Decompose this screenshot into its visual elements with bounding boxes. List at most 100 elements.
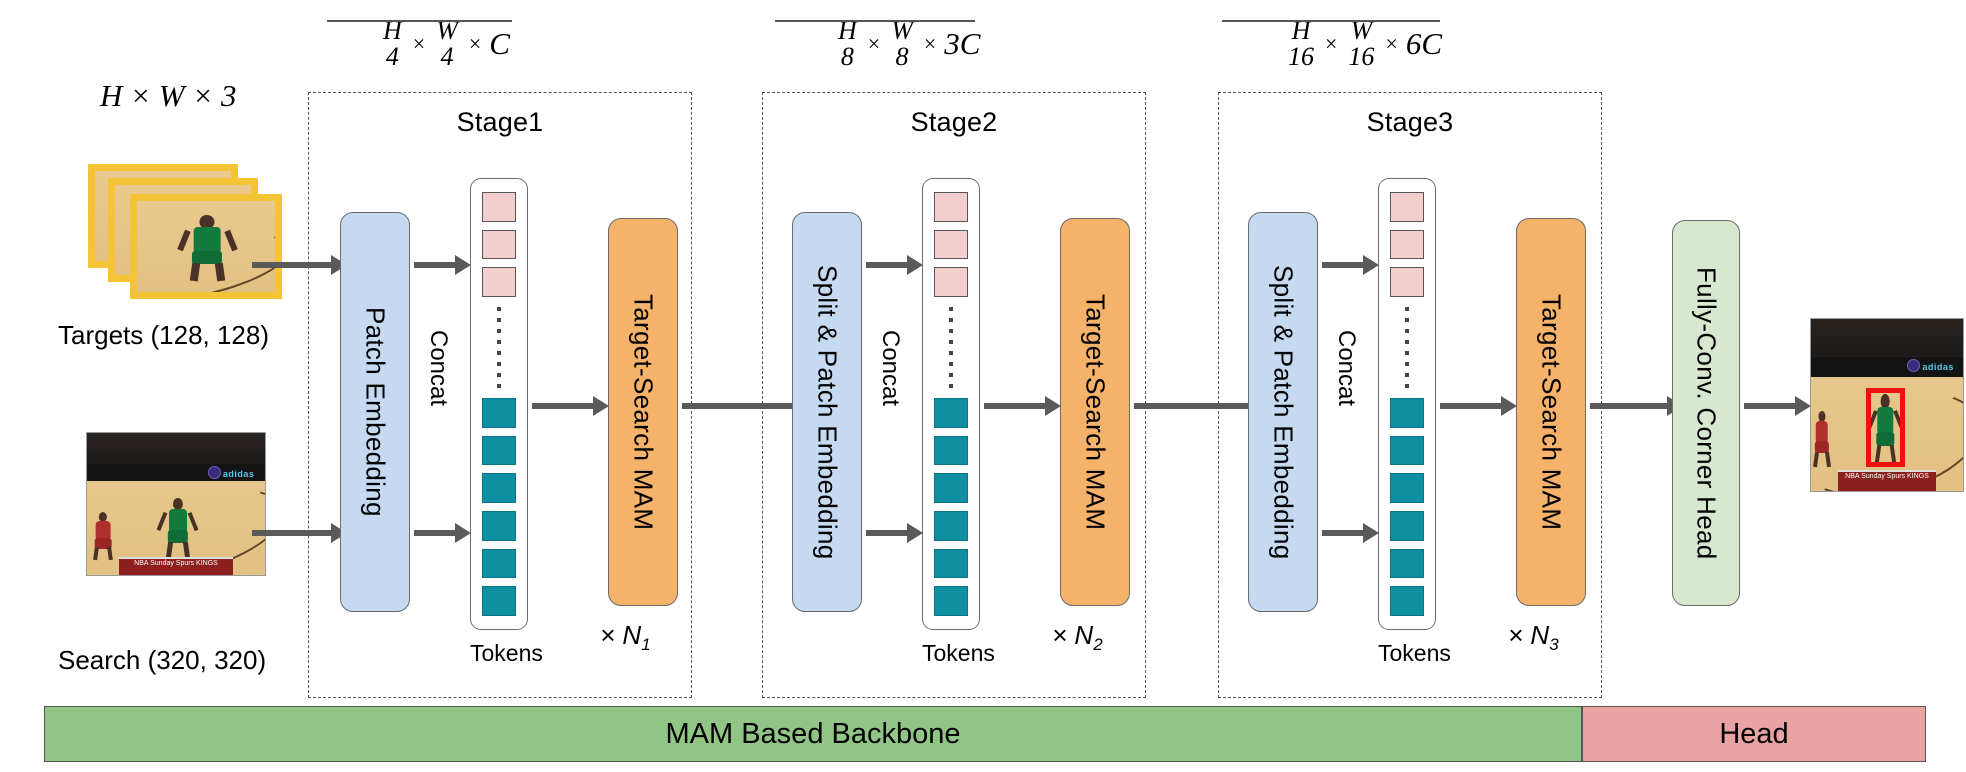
player-leg-left <box>165 541 173 559</box>
arrow-stage3-to-head <box>1590 396 1683 416</box>
dot <box>497 318 501 323</box>
token-search <box>482 548 516 579</box>
token-search <box>934 435 968 466</box>
dot <box>949 318 953 323</box>
arrow-stage3-embed-to-tokens-bottom <box>1322 523 1379 543</box>
head-bar-label: Head <box>1719 717 1789 750</box>
stage1-token-column <box>470 178 528 630</box>
opponent-figure <box>87 510 119 561</box>
stage2-title: Stage2 <box>910 107 998 137</box>
stage1-h-den: 4 <box>385 42 399 71</box>
head-bar: Head <box>1582 706 1926 762</box>
times-symbol: × <box>412 31 426 56</box>
stage2-split-patch-embedding-label: Split & Patch Embedding <box>812 264 843 560</box>
player-figure <box>156 495 200 559</box>
player-leg-left <box>1812 451 1819 468</box>
token-ellipsis <box>497 301 501 394</box>
stage3-mam-block[interactable]: Target-Search MAM <box>1516 218 1586 606</box>
token-target <box>934 267 968 298</box>
token-target <box>1390 192 1424 222</box>
dot <box>497 362 501 367</box>
stage1-mam-label: Target-Search MAM <box>628 293 659 531</box>
predicted-bounding-box <box>1865 387 1906 467</box>
token-search <box>934 398 968 428</box>
stage1-patch-embedding-label: Patch Embedding <box>360 307 391 517</box>
times-symbol: × <box>867 31 881 56</box>
dot <box>949 373 953 378</box>
player-arm-left <box>177 229 191 252</box>
stage2-tokens-label: Tokens <box>922 640 995 666</box>
player-figure <box>177 212 238 282</box>
player-leg-right <box>182 541 190 559</box>
search-caption: Search (320, 320) <box>58 645 267 675</box>
token-target <box>1390 267 1424 298</box>
dot <box>1405 318 1409 323</box>
dot <box>497 329 501 334</box>
times-symbol: × <box>923 31 937 56</box>
token-search <box>934 548 968 579</box>
stage3-mam-label: Target-Search MAM <box>1536 293 1567 531</box>
stage1-w-den: 4 <box>440 42 454 71</box>
scoreboard-text: NBA Sunday Spurs KINGS <box>134 560 218 568</box>
dot <box>497 384 501 389</box>
dot <box>949 307 953 312</box>
repeat-subscript: 3 <box>1549 635 1559 655</box>
stage1-repeat-label: × N1 <box>600 620 651 655</box>
dot <box>1405 307 1409 312</box>
adidas-logo: adidas <box>1907 358 1954 372</box>
dot <box>949 329 953 334</box>
token-search <box>482 586 516 617</box>
arrow-stage1-tokens-to-mam <box>532 396 609 416</box>
token-search <box>934 586 968 617</box>
player-leg-left <box>189 262 200 282</box>
dot <box>1405 373 1409 378</box>
search-image: adidas NBA Sunday Spurs KINGS <box>86 432 266 576</box>
token-search <box>1390 586 1424 617</box>
stage1-patch-embedding-block[interactable]: Patch Embedding <box>340 212 410 612</box>
stage1-concat-label: Concat <box>424 330 452 406</box>
stage2-h-den: 8 <box>840 42 854 71</box>
stage1-tokens-label: Tokens <box>470 640 543 666</box>
stage3-tokens-label: Tokens <box>1378 640 1451 666</box>
dot <box>1405 384 1409 389</box>
stage2-split-patch-embedding-block[interactable]: Split & Patch Embedding <box>792 212 862 612</box>
stage2-mam-block[interactable]: Target-Search MAM <box>1060 218 1130 606</box>
token-search <box>1390 435 1424 466</box>
stage3-title: Stage3 <box>1366 107 1454 137</box>
player-torso <box>194 227 221 252</box>
diagram-canvas: H 4 × W 4 × C H 8 × W 8 × 3C H 16 × W 16… <box>0 0 1966 772</box>
repeat-text: × N <box>1508 620 1550 650</box>
dot <box>949 384 953 389</box>
stage3-split-patch-embedding-block[interactable]: Split & Patch Embedding <box>1248 212 1318 612</box>
stage1-title: Stage1 <box>456 107 544 137</box>
backbone-bar-label: MAM Based Backbone <box>665 717 961 750</box>
input-shape-label: H × W × 3 <box>100 78 237 114</box>
stage3-h-fraction: H 16 <box>1222 18 1380 70</box>
token-search <box>482 473 516 504</box>
stage2-repeat-label: × N2 <box>1052 620 1103 655</box>
token-target <box>934 229 968 260</box>
token-target <box>482 267 516 298</box>
fraction-bar <box>1282 20 1440 22</box>
dot <box>949 340 953 345</box>
dot <box>497 307 501 312</box>
stage2-h-fraction: H 8 <box>774 18 921 71</box>
player-leg-right <box>1824 451 1831 468</box>
arrow-stage1-embed-to-tokens-bottom <box>414 523 471 543</box>
token-search <box>482 435 516 466</box>
stage1-mam-block[interactable]: Target-Search MAM <box>608 218 678 606</box>
arrow-stage3-embed-to-tokens-top <box>1322 255 1379 275</box>
stage3-w-fraction: W 16 <box>1282 18 1440 70</box>
corner-head-block[interactable]: Fully-Conv. Corner Head <box>1672 220 1740 606</box>
concat-text: Concat <box>425 330 452 407</box>
dot <box>1405 340 1409 345</box>
token-search <box>482 511 516 541</box>
dot <box>497 340 501 345</box>
dot <box>497 373 501 378</box>
repeat-subscript: 2 <box>1093 635 1103 655</box>
arrow-stage2-tokens-to-mam <box>984 396 1061 416</box>
dot <box>949 362 953 367</box>
logo-circle-icon <box>1907 358 1921 372</box>
stage3-split-patch-embedding-label: Split & Patch Embedding <box>1268 264 1299 560</box>
player-arm-left <box>156 511 168 531</box>
